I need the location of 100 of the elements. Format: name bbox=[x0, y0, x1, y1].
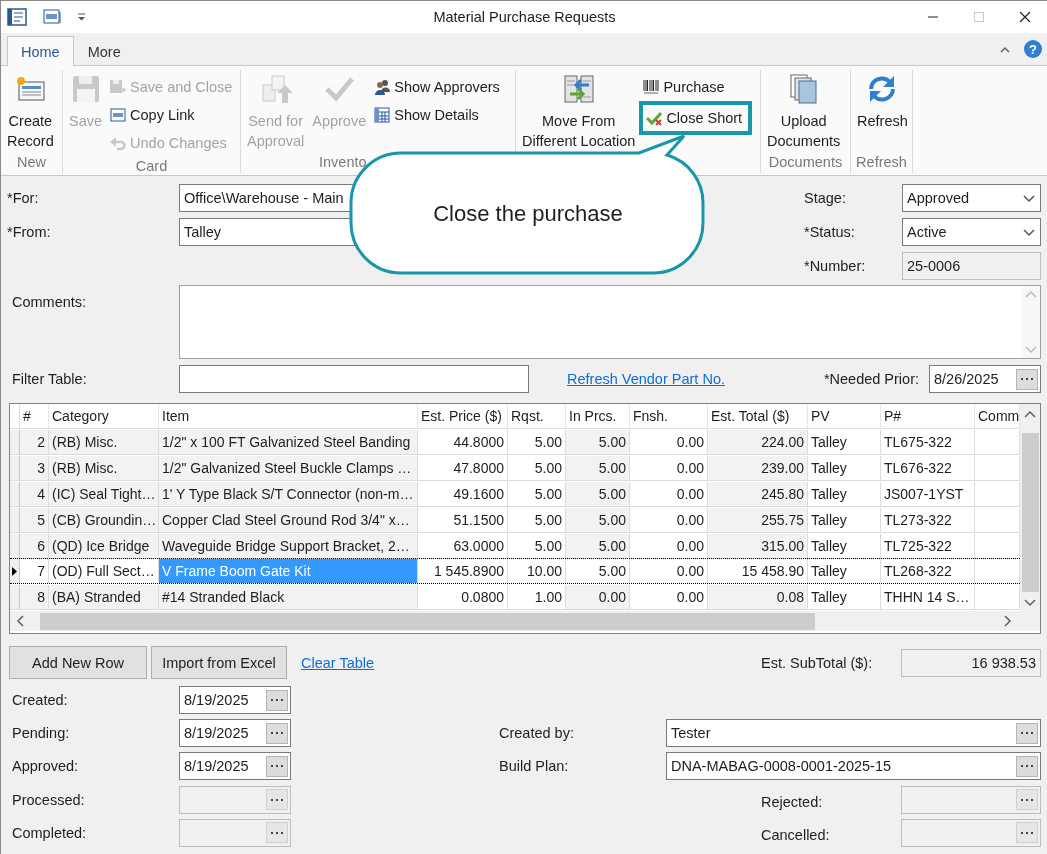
help-button[interactable]: ? bbox=[1024, 40, 1042, 58]
ellipsis-icon bbox=[271, 764, 283, 769]
column-header[interactable]: Rqst. bbox=[508, 404, 566, 428]
browse-button[interactable] bbox=[266, 689, 288, 711]
table-cell: 47.8000 bbox=[418, 456, 508, 480]
dropdown[interactable]: Approved bbox=[902, 184, 1041, 212]
dropdown[interactable]: Active bbox=[902, 218, 1041, 246]
field-label: Pending: bbox=[12, 725, 71, 742]
table-cell: Talley bbox=[808, 456, 881, 480]
table-cell: 1 545.8900 bbox=[418, 559, 508, 583]
row-header[interactable] bbox=[10, 559, 20, 583]
ellipsis-icon bbox=[271, 731, 283, 736]
browse-button[interactable] bbox=[266, 722, 288, 744]
chevron-down-icon bbox=[1024, 598, 1036, 607]
table-cell: 3 bbox=[20, 456, 49, 480]
field-label: Est. SubTotal ($): bbox=[761, 654, 874, 671]
column-header[interactable]: PV bbox=[808, 404, 881, 428]
table-cell: TL273-322 bbox=[881, 508, 975, 532]
column-header[interactable]: Item bbox=[159, 404, 418, 428]
refresh-link[interactable]: Refresh Vendor Part No. bbox=[567, 371, 725, 387]
action-button[interactable]: Add New Row bbox=[9, 646, 147, 679]
column-header[interactable]: Est. Total ($) bbox=[708, 404, 808, 428]
chevron-down-icon bbox=[1023, 193, 1035, 203]
input-field[interactable]: DNA-MABAG-0008-0001-2025-15 bbox=[666, 752, 1041, 781]
table-cell: 2 bbox=[20, 430, 49, 454]
ribbon-button[interactable]: Close Short bbox=[639, 101, 753, 135]
column-header[interactable]: Est. Price ($) bbox=[418, 404, 508, 428]
column-header[interactable]: # bbox=[20, 404, 49, 428]
field-label: *Number: bbox=[804, 258, 867, 274]
field-label: Approved: bbox=[12, 758, 80, 775]
table-cell: 5.00 bbox=[566, 430, 630, 454]
table-cell: 49.1600 bbox=[418, 482, 508, 506]
column-header[interactable]: In Prcs. bbox=[566, 404, 630, 428]
search-field[interactable] bbox=[179, 365, 529, 393]
browse-button[interactable] bbox=[1016, 722, 1038, 744]
ribbon-tab[interactable]: Home bbox=[7, 36, 74, 66]
group-label: Documents bbox=[767, 153, 844, 172]
text-field-icon bbox=[43, 9, 61, 25]
ribbon-button[interactable]: Upload Documents bbox=[763, 73, 845, 151]
total-field: 16 938.53 bbox=[901, 648, 1041, 677]
ribbon-button[interactable]: Purchase bbox=[639, 73, 753, 101]
ribbon-button[interactable]: Copy Link bbox=[106, 101, 237, 129]
field-label: *Needed Prior: bbox=[823, 371, 919, 387]
text-area[interactable] bbox=[179, 285, 1041, 359]
column-header[interactable]: Fnsh. bbox=[630, 404, 708, 428]
table-cell: (RB) Misc. bbox=[49, 456, 159, 480]
ribbon-button[interactable]: Move From Different Location bbox=[518, 73, 640, 151]
table-cell: 1/2" Galvanized Steel Buckle Clamps … bbox=[159, 456, 418, 480]
vertical-scrollbar[interactable] bbox=[1020, 404, 1040, 611]
column-header[interactable]: P# bbox=[881, 404, 975, 428]
ribbon-button[interactable]: Show Details bbox=[370, 101, 504, 129]
close-icon bbox=[1019, 11, 1031, 23]
browse-button[interactable] bbox=[1016, 368, 1038, 390]
table-cell: 7 bbox=[20, 559, 49, 583]
table-cell: Talley bbox=[808, 430, 881, 454]
field-label: Build Plan: bbox=[499, 758, 570, 775]
tooltip-text: Close the purchase bbox=[432, 201, 624, 227]
table-cell: 239.00 bbox=[708, 456, 808, 480]
column-header[interactable]: Category bbox=[49, 404, 159, 428]
chevron-up-icon bbox=[1024, 410, 1036, 419]
ribbon-button[interactable]: Refresh bbox=[853, 73, 912, 131]
group-label: Card bbox=[134, 157, 169, 175]
table-cell: 224.00 bbox=[708, 430, 808, 454]
ellipsis-icon bbox=[271, 698, 283, 702]
table-cell: 15 458.90 bbox=[708, 559, 808, 583]
date-field[interactable]: 8/19/2025 bbox=[179, 686, 291, 714]
table-cell: Talley bbox=[808, 585, 881, 609]
clear-link[interactable]: Clear Table bbox=[301, 654, 375, 671]
table-cell: 5.00 bbox=[566, 559, 630, 583]
field-label: Created: bbox=[12, 692, 69, 708]
table-cell: 0.0800 bbox=[418, 585, 508, 609]
date-field[interactable]: 8/19/2025 bbox=[179, 719, 291, 748]
table-cell: 5.00 bbox=[566, 534, 630, 558]
ribbon-button[interactable]: Show Approvers bbox=[370, 73, 504, 101]
collapse-icon bbox=[1000, 45, 1010, 53]
input-field[interactable]: Tester bbox=[666, 719, 1041, 748]
chevron-down-icon bbox=[1023, 227, 1035, 237]
ellipsis-icon bbox=[271, 797, 283, 802]
ribbon-tab[interactable]: More bbox=[73, 36, 135, 66]
table-cell: TL725-322 bbox=[881, 534, 975, 558]
window-title: Material Purchase Requests bbox=[433, 9, 616, 25]
group-label: Invento bbox=[318, 153, 368, 172]
field-label: Completed: bbox=[12, 824, 88, 841]
table-cell: 0.08 bbox=[708, 585, 808, 609]
browse-button[interactable] bbox=[1016, 755, 1038, 777]
vertical-scrollbar[interactable] bbox=[1022, 286, 1040, 358]
date-field[interactable]: 8/26/2025 bbox=[929, 365, 1041, 393]
date-field[interactable]: 8/19/2025 bbox=[179, 752, 291, 781]
table-cell: V Frame Boom Gate Kit bbox=[159, 559, 418, 583]
floppy-disk-icon bbox=[110, 79, 127, 95]
caret-icon bbox=[77, 13, 86, 21]
table-cell: 1' Y Type Black S/T Connector (non-m… bbox=[159, 482, 418, 506]
browse-button[interactable] bbox=[266, 755, 288, 777]
field-label: Created by: bbox=[499, 725, 575, 742]
field-label: *From: bbox=[7, 224, 52, 240]
table-cell: (RB) Misc. bbox=[49, 430, 159, 454]
table-cell: Waveguide Bridge Support Bracket, 2… bbox=[159, 534, 418, 558]
action-button[interactable]: Import from Excel bbox=[151, 646, 287, 679]
ribbon-button[interactable]: Create Record bbox=[3, 73, 58, 151]
field-label: Processed: bbox=[12, 791, 86, 808]
